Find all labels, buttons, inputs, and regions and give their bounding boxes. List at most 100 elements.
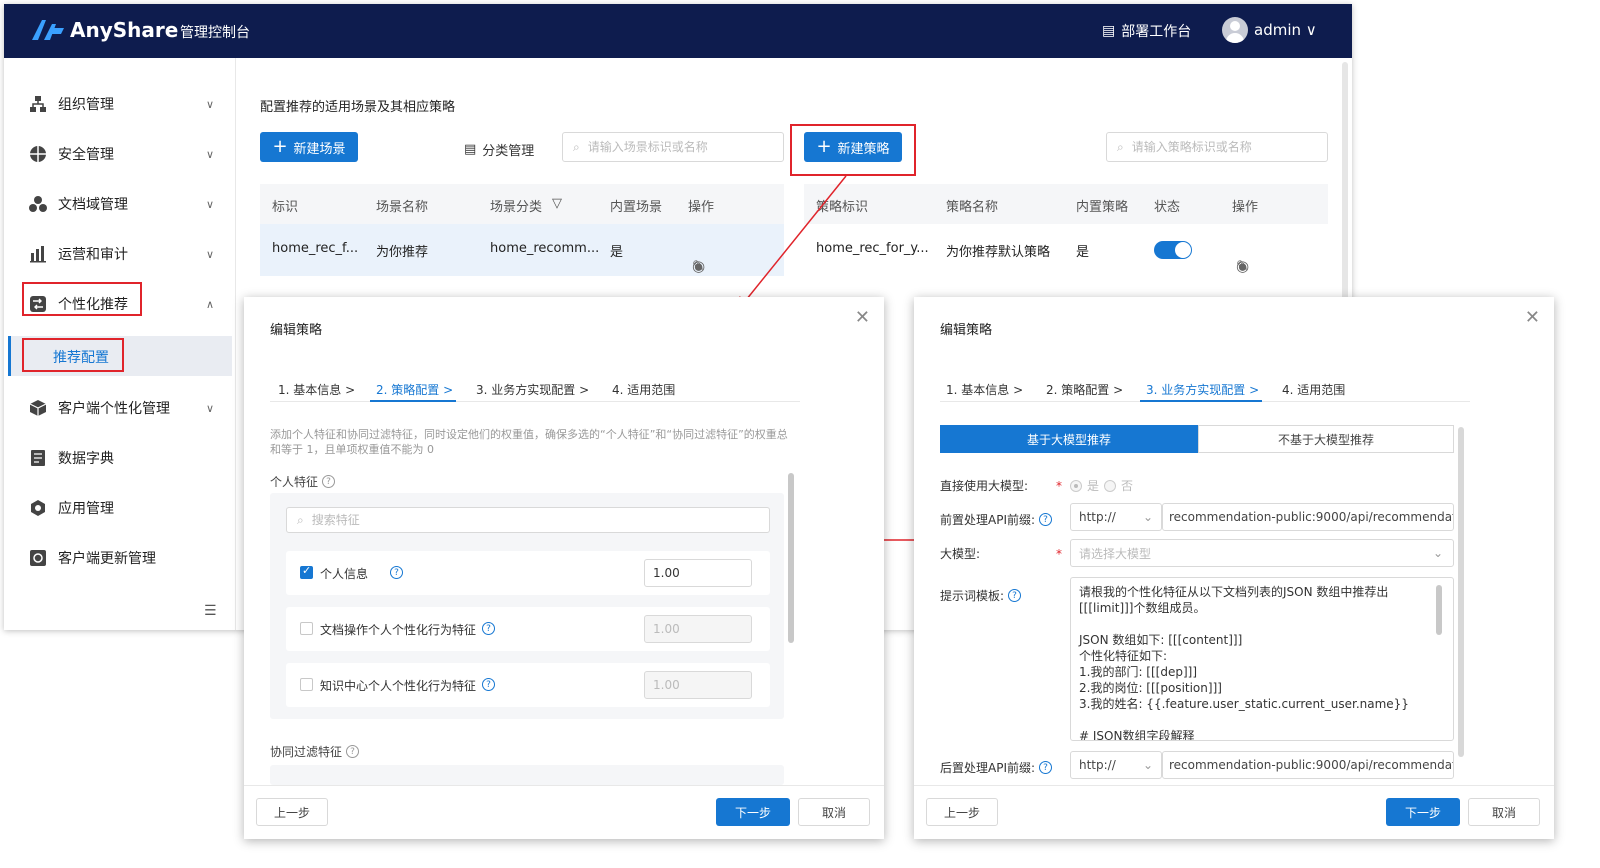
- prompt-template-textarea[interactable]: 请根我的个性化特征从以下文档列表的JSON 数组中推荐出 [[[limit]]]…: [1070, 577, 1454, 741]
- post-api-input[interactable]: recommendation-public:9000/api/recommend…: [1162, 751, 1454, 779]
- prompt-label: 提示词模板: ?: [940, 587, 1022, 604]
- scene-name: 为你推荐: [376, 245, 429, 260]
- active-step-indicator: [1140, 400, 1262, 402]
- strategy-search-field[interactable]: [1131, 140, 1292, 154]
- category-management-button[interactable]: ▤ 分类管理: [464, 140, 534, 159]
- pre-api-protocol-select[interactable]: http:// ⌄: [1070, 503, 1162, 531]
- step-business-config[interactable]: 3. 业务方实现配置 >: [476, 381, 589, 398]
- column-header: 状态: [1154, 200, 1181, 215]
- textarea-scrollbar[interactable]: [1436, 585, 1442, 635]
- step-strategy-config[interactable]: 2. 策略配置 >: [1046, 381, 1123, 398]
- dialog-scrollbar[interactable]: [1458, 427, 1464, 757]
- close-icon[interactable]: ✕: [1525, 307, 1540, 328]
- sidebar-item-client-personalize[interactable]: 客户端个性化管理 ∨: [4, 386, 236, 430]
- scene-search-field[interactable]: [587, 140, 748, 154]
- app-icon: [28, 498, 48, 518]
- prev-button[interactable]: 上一步: [926, 798, 998, 826]
- pre-api-input[interactable]: recommendation-public:9000/api/recommend…: [1162, 503, 1454, 531]
- model-placeholder: 请选择大模型: [1079, 546, 1152, 561]
- weight-hint: 添加个人特征和协同过滤特征，同时设定他们的权重值，确保多选的“个人特征”和“协同…: [270, 428, 788, 456]
- help-icon[interactable]: ?: [1008, 589, 1022, 602]
- edit-icon[interactable]: ✎: [1236, 257, 1249, 275]
- help-icon[interactable]: ?: [322, 475, 336, 488]
- collab-feature-panel: [270, 765, 784, 785]
- post-api-label: 后置处理API前缀: ?: [940, 759, 1053, 776]
- deploy-workbench-link[interactable]: ▤ 部署工作台: [1102, 21, 1191, 41]
- sidebar-item-org[interactable]: 组织管理 ∨: [4, 82, 236, 126]
- help-icon[interactable]: ?: [1039, 513, 1053, 526]
- collapse-menu-icon[interactable]: ☰: [204, 603, 217, 619]
- cancel-button[interactable]: 取消: [798, 798, 870, 826]
- page-title: 配置推荐的适用场景及其相应策略: [260, 100, 456, 115]
- radio-yes[interactable]: [1070, 479, 1082, 492]
- feature-checkbox[interactable]: [300, 622, 313, 635]
- strategy-search-input[interactable]: ⌕: [1106, 132, 1328, 162]
- feature-checkbox[interactable]: [300, 564, 313, 579]
- tab-llm-recommend[interactable]: 基于大模型推荐: [940, 425, 1198, 453]
- prev-button[interactable]: 上一步: [256, 798, 328, 826]
- step-business-config[interactable]: 3. 业务方实现配置 >: [1146, 381, 1259, 398]
- sidebar-item-apps[interactable]: 应用管理: [4, 486, 236, 530]
- direct-llm-label: 直接使用大模型:: [940, 479, 1029, 493]
- search-icon: ⌕: [297, 512, 304, 527]
- help-icon[interactable]: ?: [390, 566, 403, 579]
- column-header: 策略名称: [946, 200, 999, 215]
- weight-input[interactable]: 1.00: [644, 671, 752, 699]
- step-scope[interactable]: 4. 适用范围: [1282, 381, 1345, 398]
- direct-llm-radio-group: 是 否: [1070, 477, 1133, 494]
- step-scope[interactable]: 4. 适用范围: [612, 381, 675, 398]
- post-api-protocol-select[interactable]: http:// ⌄: [1070, 751, 1162, 779]
- sidebar-item-label: 组织管理: [58, 97, 114, 113]
- sidebar-item-label: 客户端个性化管理: [58, 401, 170, 417]
- status-toggle[interactable]: [1154, 241, 1192, 259]
- tab-non-llm-recommend[interactable]: 不基于大模型推荐: [1198, 425, 1454, 453]
- help-icon[interactable]: ?: [1039, 761, 1053, 774]
- sidebar-item-dictionary[interactable]: 数据字典: [4, 436, 236, 480]
- sidebar-item-label: 数据字典: [58, 451, 114, 467]
- next-button[interactable]: 下一步: [716, 798, 790, 826]
- radio-no[interactable]: [1104, 479, 1117, 492]
- weight-input[interactable]: 1.00: [644, 615, 752, 643]
- table-row[interactable]: home_rec_for_y... 为你推荐默认策略 是 ◉ ✎: [804, 224, 1328, 276]
- edit-icon[interactable]: ✎: [692, 257, 705, 275]
- sidebar-item-audit[interactable]: 运营和审计 ∨: [4, 232, 236, 276]
- feature-search-field[interactable]: [311, 513, 472, 527]
- cube-icon: [28, 398, 48, 418]
- filter-icon[interactable]: ▽: [552, 196, 562, 211]
- collab-label-text: 协同过滤特征: [270, 745, 343, 759]
- new-scene-button[interactable]: + 新建场景: [260, 132, 358, 162]
- help-icon[interactable]: ?: [482, 678, 495, 691]
- cancel-button[interactable]: 取消: [1468, 798, 1540, 826]
- dialog-scrollbar[interactable]: [788, 473, 794, 643]
- next-button[interactable]: 下一步: [1386, 798, 1460, 826]
- sidebar-item-label: 应用管理: [58, 501, 114, 517]
- table-row[interactable]: home_rec_f... 为你推荐 home_recomm... 是 ◉ ✎: [260, 224, 784, 276]
- scene-id: home_rec_f...: [272, 241, 359, 256]
- scene-search-input[interactable]: ⌕: [562, 132, 784, 162]
- list-icon: ▤: [464, 142, 477, 157]
- feature-row-personal-info: 个人信息 ? 1.00: [286, 551, 770, 595]
- close-icon[interactable]: ✕: [855, 307, 870, 328]
- sidebar-item-domain[interactable]: 文档域管理 ∨: [4, 182, 236, 226]
- shield-icon: [28, 144, 48, 164]
- feature-search-input[interactable]: ⌕: [286, 507, 770, 533]
- model-select[interactable]: 请选择大模型 ⌄: [1070, 539, 1454, 567]
- step-basic-info[interactable]: 1. 基本信息 >: [946, 381, 1023, 398]
- strategy-table-header: 策略标识 策略名称 内置策略 状态 操作: [804, 184, 1328, 224]
- sidebar-item-label: 安全管理: [58, 147, 114, 163]
- protocol-value: http://: [1079, 510, 1116, 524]
- step-strategy-config[interactable]: 2. 策略配置 >: [376, 381, 453, 398]
- help-icon[interactable]: ?: [482, 622, 495, 635]
- sidebar-item-security[interactable]: 安全管理 ∨: [4, 132, 236, 176]
- chevron-down-icon: ⌄: [1142, 758, 1153, 772]
- step-basic-info[interactable]: 1. 基本信息 >: [278, 381, 355, 398]
- sidebar-item-client-update[interactable]: 客户端更新管理: [4, 536, 236, 580]
- dialog-footer: 上一步 下一步 取消: [244, 785, 884, 839]
- weight-input[interactable]: 1.00: [644, 559, 752, 587]
- chevron-down-icon: ∨: [205, 147, 214, 161]
- help-icon[interactable]: ?: [346, 745, 360, 758]
- anyshare-logo-icon: [32, 20, 64, 40]
- avatar[interactable]: [1222, 17, 1248, 43]
- feature-checkbox[interactable]: [300, 678, 313, 691]
- user-menu[interactable]: admin ∨: [1254, 21, 1317, 39]
